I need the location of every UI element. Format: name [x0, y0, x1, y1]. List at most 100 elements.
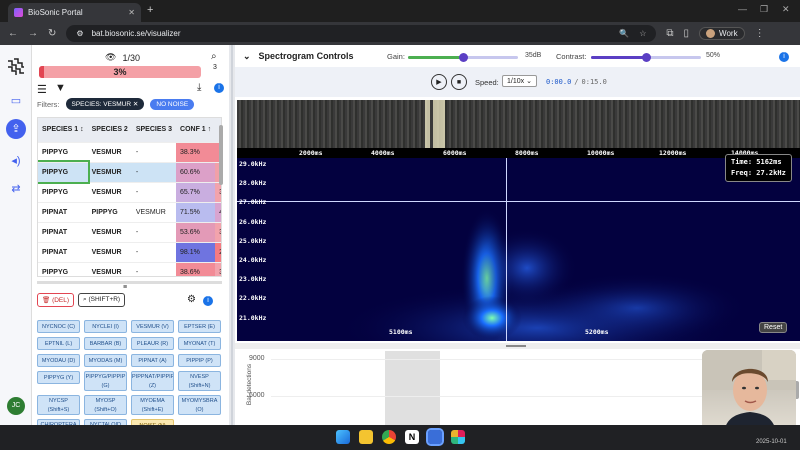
- table-row[interactable]: PIPPYGVESMUR-38.3%37: [38, 142, 221, 163]
- species-button[interactable]: PIPPNAT/PIPPIP (Z): [131, 371, 174, 391]
- notion-icon[interactable]: N: [405, 430, 419, 444]
- spectrogram-header[interactable]: ⌄ Spectrogram Controls: [243, 51, 354, 62]
- stop-icon[interactable]: ■: [451, 74, 467, 90]
- table-row[interactable]: PIPPYGVESMUR-38.6%36.: [38, 262, 221, 276]
- audio-wave-icon[interactable]: ◂): [6, 151, 26, 171]
- new-tab-button[interactable]: +: [147, 4, 153, 16]
- species-button[interactable]: MYOMYSBRA (O): [178, 395, 221, 415]
- species-button[interactable]: NYCNOC (C): [37, 320, 80, 333]
- gain-slider[interactable]: [408, 53, 518, 62]
- active-app-icon[interactable]: [426, 428, 444, 446]
- spectrogram-view[interactable]: 2000ms 4000ms 6000ms 8000ms 10000ms 12000ms 14…: [237, 100, 800, 341]
- profile-avatar: [706, 29, 716, 38]
- minimize-icon[interactable]: —: [738, 4, 747, 14]
- species1-cell: PIPPYG: [38, 182, 88, 203]
- time-ruler-tick: 10000ms: [587, 149, 615, 157]
- close-window-icon[interactable]: ✕: [782, 4, 790, 15]
- chrome-icon[interactable]: [382, 430, 396, 444]
- file-explorer-icon[interactable]: [359, 430, 373, 444]
- gain-label: Gain:: [387, 52, 405, 61]
- species-button[interactable]: NYCLEI (I): [84, 320, 127, 333]
- spectrogram-resize-handle[interactable]: [235, 343, 800, 349]
- upload-icon[interactable]: ⇪: [6, 119, 26, 139]
- species-button[interactable]: PIPPIP (P): [178, 354, 221, 367]
- species-button[interactable]: MYOSP (Shift+O): [84, 395, 127, 415]
- species-button[interactable]: VESMUR (V): [131, 320, 174, 333]
- filter-icon[interactable]: ▼: [55, 82, 66, 94]
- back-icon[interactable]: ←: [8, 28, 18, 39]
- window-icon[interactable]: ▭: [6, 91, 26, 111]
- profile-button[interactable]: Work: [699, 27, 745, 40]
- contrast-knob[interactable]: [642, 53, 651, 62]
- col-species1[interactable]: SPECIES 1 ↕: [38, 118, 88, 143]
- table-hscroll[interactable]: [37, 281, 222, 284]
- chevron-down-icon[interactable]: ⌄: [243, 51, 251, 62]
- species-button[interactable]: PIPPYG (Y): [37, 371, 80, 384]
- search-icon[interactable]: ⌕: [211, 51, 217, 62]
- table-scrollbar[interactable]: [219, 125, 223, 185]
- species-button[interactable]: PIPPYG/PIPPIP (G): [84, 371, 127, 391]
- delete-button[interactable]: 🗑 (DEL): [37, 293, 75, 307]
- eye-icon[interactable]: 👁: [105, 52, 116, 63]
- filter-chip-species[interactable]: SPECIES: VESMUR ✕: [65, 98, 145, 110]
- overview-strip[interactable]: [237, 100, 800, 148]
- col-species3[interactable]: SPECIES 3: [131, 118, 177, 143]
- reload-icon[interactable]: ↻: [48, 28, 56, 39]
- close-tab-icon[interactable]: ✕: [128, 8, 135, 17]
- settings-gear-icon[interactable]: ⚙: [187, 294, 196, 305]
- info-icon[interactable]: i: [214, 83, 224, 93]
- sliders-icon[interactable]: ☰: [37, 83, 47, 96]
- play-icon[interactable]: ▶: [431, 74, 447, 90]
- table-row[interactable]: PIPNATVESMUR-98.1%21.: [38, 242, 221, 263]
- slack-icon[interactable]: [451, 430, 465, 444]
- detections-table-wrap[interactable]: SPECIES 1 ↕ SPECIES 2 SPECIES 3 CONF 1 ↑…: [37, 117, 222, 277]
- gain-knob[interactable]: [459, 53, 468, 62]
- species-button[interactable]: MYODAS (M): [84, 354, 127, 367]
- browser-tab[interactable]: BioSonic Portal ✕: [8, 3, 141, 22]
- overview-selection[interactable]: [425, 100, 445, 148]
- spectrogram-plot[interactable]: 29.0kHz 28.0kHz 27.0kHz 26.0kHz 25.0kHz 24.0k…: [237, 154, 800, 341]
- filter-chip-noise[interactable]: NO NOISE: [150, 98, 195, 110]
- maximize-icon[interactable]: ❐: [760, 4, 768, 15]
- extensions-icon[interactable]: ⧉: [666, 28, 673, 39]
- table-row[interactable]: PIPNATPIPPYGVESMUR71.5%42.: [38, 202, 221, 223]
- search-species-button[interactable]: ⌕ (SHIFT+R): [78, 293, 126, 307]
- user-avatar[interactable]: JC: [7, 397, 25, 415]
- conf2-cell: 42.: [215, 202, 221, 223]
- species-button[interactable]: MYOEMA (Shift+E): [131, 395, 174, 415]
- species-button[interactable]: BARBAR (B): [84, 337, 127, 350]
- zoom-icon[interactable]: 🔍: [619, 29, 629, 38]
- reset-button[interactable]: Reset: [759, 322, 788, 333]
- species-button[interactable]: PIPNAT (A): [131, 354, 174, 367]
- browser-tab-bar: BioSonic Portal ✕ + — ❐ ✕: [0, 0, 800, 22]
- speed-select[interactable]: 1/10x ⌄: [502, 75, 537, 87]
- species-button[interactable]: MYODAU (D): [37, 354, 80, 367]
- conf1-cell: 98.1%: [176, 242, 216, 263]
- sidebar-icon[interactable]: ▯: [684, 28, 690, 39]
- buttons-info-icon[interactable]: i: [203, 296, 213, 306]
- site-info-icon[interactable]: ⚙: [76, 29, 83, 38]
- species-button[interactable]: MYONAT (T): [178, 337, 221, 350]
- freq-tick: 21.0kHz: [239, 313, 267, 322]
- table-row[interactable]: PIPNATVESMUR-53.6%36.: [38, 222, 221, 243]
- start-windows-icon[interactable]: [336, 430, 350, 444]
- flow-icon[interactable]: ⇄: [6, 179, 26, 199]
- browser-menu-icon[interactable]: ⋮: [755, 28, 765, 39]
- species-button[interactable]: EPTNIL (L): [37, 337, 80, 350]
- forward-icon[interactable]: →: [28, 28, 38, 39]
- species-button[interactable]: EPTSER (E): [178, 320, 221, 333]
- species-button[interactable]: NYCSP (Shift+S): [37, 395, 80, 415]
- download-icon[interactable]: ⤓: [197, 82, 201, 93]
- contrast-slider[interactable]: [591, 53, 701, 62]
- col-conf1[interactable]: CONF 1 ↑: [176, 118, 216, 143]
- resize-handle-icon[interactable]: ≡: [123, 284, 127, 291]
- col-species2[interactable]: SPECIES 2: [87, 118, 132, 143]
- url-field[interactable]: ⚙ bat.biosonic.se/visualizer 🔍 ☆: [66, 25, 657, 42]
- conf1-cell: 60.6%: [176, 162, 216, 183]
- bookmark-star-icon[interactable]: ☆: [639, 29, 646, 38]
- controls-info-icon[interactable]: i: [779, 52, 789, 62]
- species-button[interactable]: PLEAUR (R): [131, 337, 174, 350]
- table-row[interactable]: PIPPYGVESMUR-65.7%36.: [38, 182, 221, 203]
- table-row[interactable]: PIPPYGVESMUR-60.6%36.: [38, 160, 221, 184]
- species-button[interactable]: NVESP (Shift+N): [178, 371, 221, 391]
